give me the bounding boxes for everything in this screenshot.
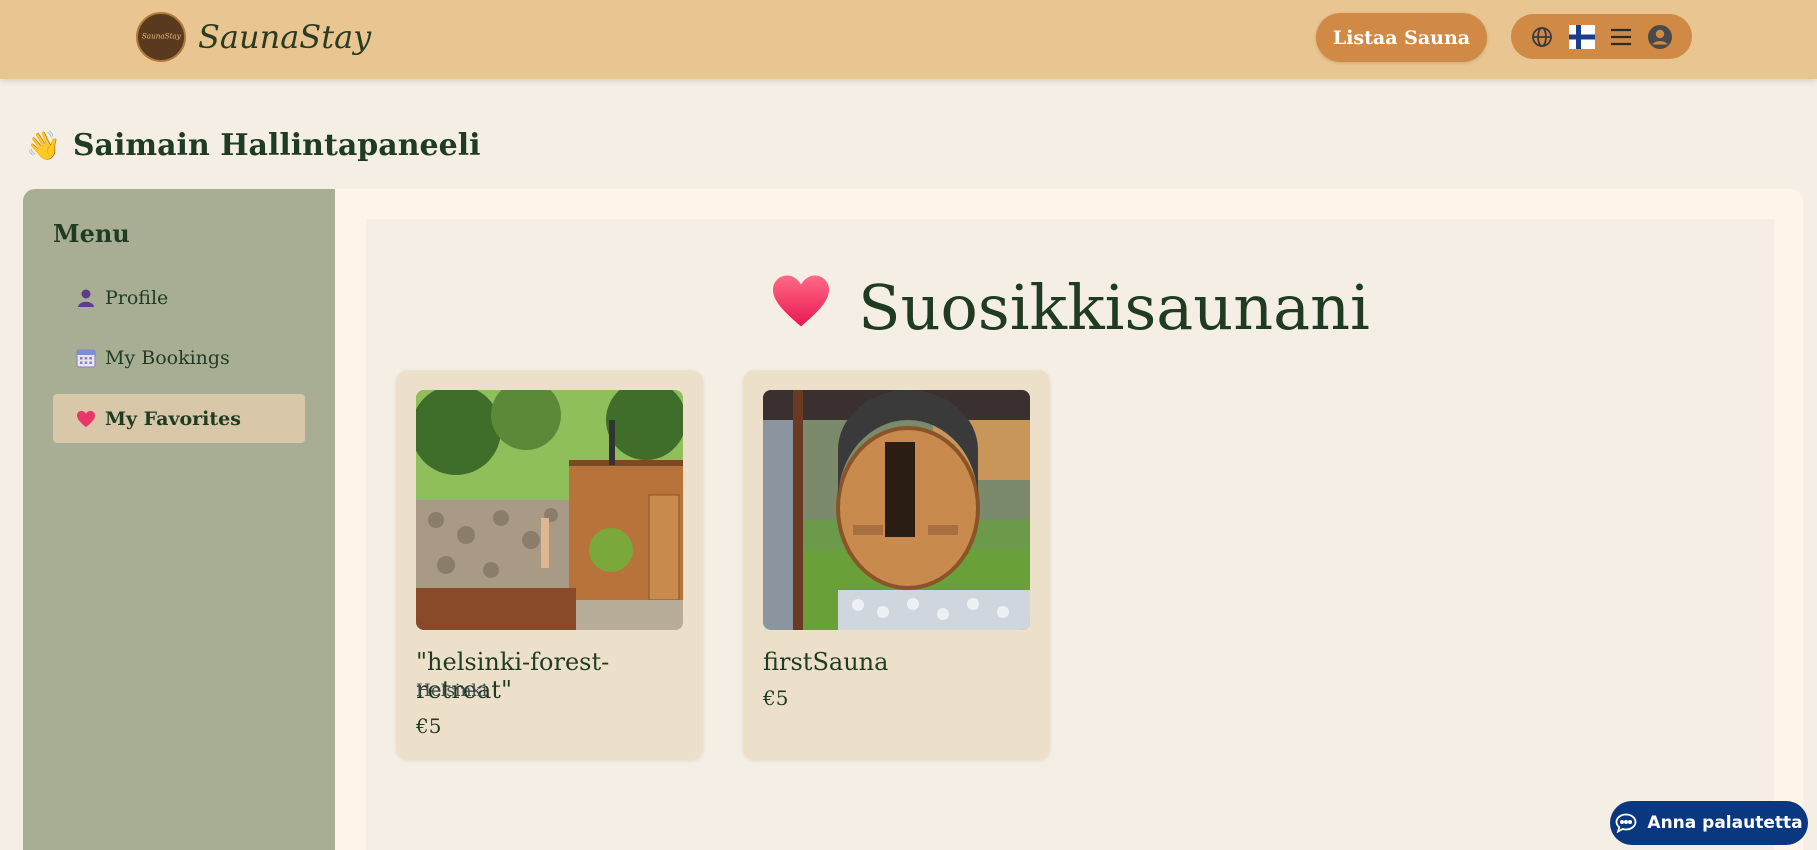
chat-bubble-icon bbox=[1616, 813, 1637, 833]
favorites-content: Suosikkisaunani "helsinki-forest-retreat… bbox=[366, 219, 1774, 850]
feedback-label: Anna palautetta bbox=[1647, 813, 1803, 833]
sauna-photo[interactable] bbox=[416, 390, 683, 630]
waving-hand-icon: 👋 bbox=[26, 129, 61, 162]
user-menu-pill[interactable] bbox=[1511, 14, 1692, 59]
sidebar-item-profile[interactable]: Profile bbox=[53, 273, 305, 322]
logo-text: SaunaStay bbox=[141, 33, 181, 41]
finland-flag-icon[interactable] bbox=[1569, 24, 1596, 49]
sidebar-item-label: Profile bbox=[105, 286, 169, 309]
sauna-price: €5 bbox=[416, 714, 442, 738]
sauna-photo[interactable] bbox=[763, 390, 1030, 630]
top-header: SaunaStay SaunaStay Listaa Sauna bbox=[0, 0, 1817, 79]
calendar-icon bbox=[75, 347, 97, 369]
feedback-button[interactable]: Anna palautetta bbox=[1610, 801, 1808, 845]
sauna-card[interactable]: "helsinki-forest-retreat" Helsinki €5 bbox=[396, 370, 703, 760]
brand-name[interactable]: SaunaStay bbox=[198, 18, 371, 56]
list-sauna-button[interactable]: Listaa Sauna bbox=[1316, 13, 1487, 62]
globe-icon[interactable] bbox=[1530, 25, 1554, 49]
sauna-price: €5 bbox=[763, 686, 789, 710]
favorites-title-text: Suosikkisaunani bbox=[858, 271, 1370, 344]
dashboard-panel: Menu Profile My Bookings My Favorites Su… bbox=[23, 189, 1803, 850]
sidebar-item-label: My Favorites bbox=[105, 407, 241, 430]
page-title-text: Saimain Hallintapaneeli bbox=[72, 128, 481, 163]
logo-badge: SaunaStay bbox=[136, 12, 186, 62]
sauna-name[interactable]: firstSauna bbox=[763, 648, 888, 676]
sidebar-item-bookings[interactable]: My Bookings bbox=[53, 333, 305, 382]
hamburger-menu-icon[interactable] bbox=[1610, 28, 1632, 46]
favorites-title: Suosikkisaunani bbox=[366, 271, 1774, 344]
logo-link[interactable]: SaunaStay SaunaStay bbox=[136, 12, 371, 62]
sidebar-item-label: My Bookings bbox=[105, 346, 230, 369]
sauna-city: Helsinki bbox=[416, 681, 488, 701]
user-account-icon[interactable] bbox=[1647, 24, 1673, 50]
page-title: 👋 Saimain Hallintapaneeli bbox=[26, 128, 480, 163]
sidebar-item-favorites[interactable]: My Favorites bbox=[53, 394, 305, 443]
heart-icon bbox=[75, 408, 97, 430]
heart-icon bbox=[770, 271, 832, 344]
menu-title: Menu bbox=[53, 219, 130, 248]
sidebar: Menu Profile My Bookings My Favorites bbox=[23, 189, 335, 850]
sauna-card[interactable]: firstSauna €5 bbox=[743, 370, 1050, 760]
person-icon bbox=[75, 287, 97, 309]
